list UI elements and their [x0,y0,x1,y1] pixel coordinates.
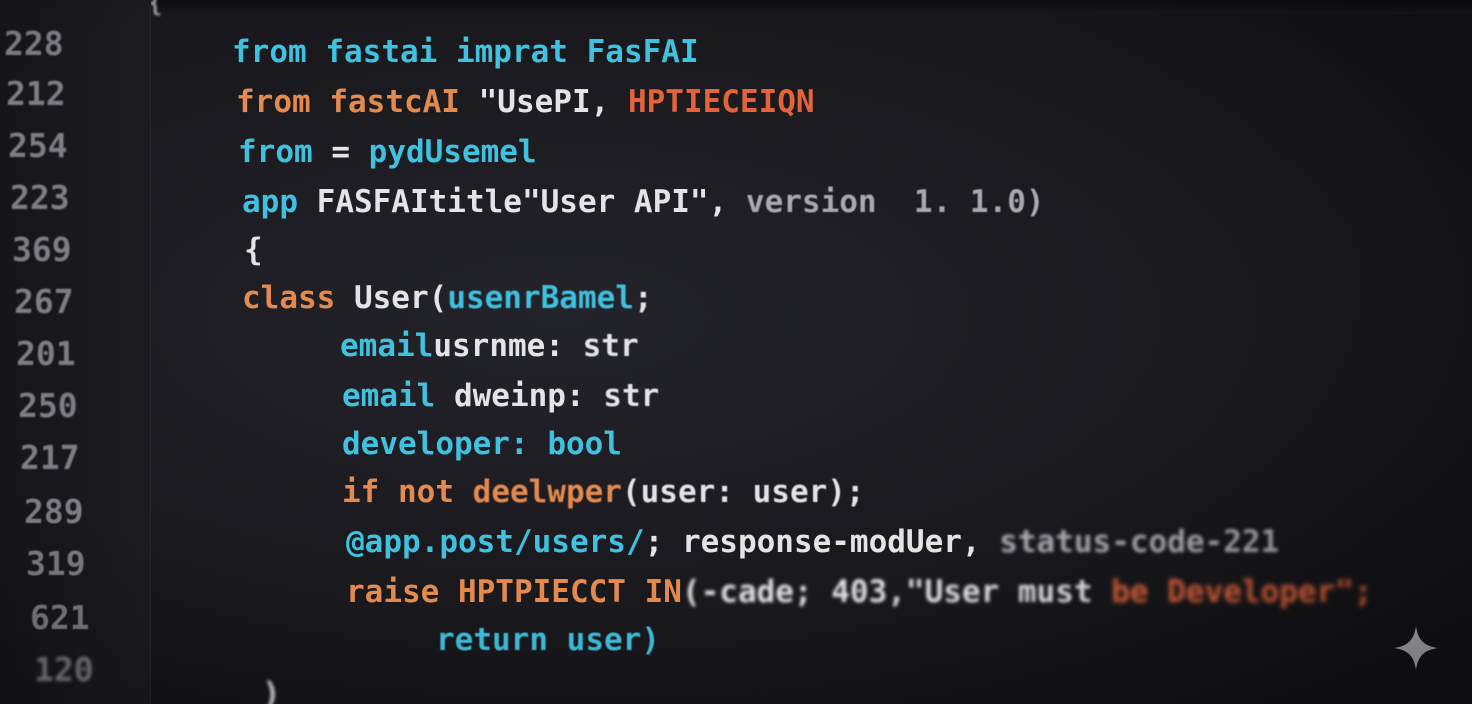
line-number: 250 [18,386,78,425]
code-token: str [582,328,639,364]
line-number: 120 [34,650,94,689]
line-number: 223 [10,178,70,217]
code-token: user) [566,622,660,658]
line-number: 621 [30,598,90,637]
line-number: 267 [14,282,74,321]
editor-top-strip: { { [0,0,1472,18]
code-line[interactable]: return user) [436,622,660,658]
code-line[interactable]: from fastai imprat FasFAI [232,34,699,70]
code-line[interactable]: emailusrnme: str [340,328,639,364]
code-token: from [232,34,326,70]
code-token: email [342,378,454,414]
code-token: FasFAI [586,34,699,70]
code-token: from [238,134,332,170]
bottom-code-fragment: ) [262,676,281,704]
code-token: (-cade; 403,"User must [681,574,1112,610]
code-token: @app.post/users/ [346,524,645,560]
code-token: class [242,280,354,316]
code-editor-screen: { { 228 212 254 223 369 267 201 250 217 … [0,0,1472,704]
code-token: usenrBamel [447,280,634,316]
code-line[interactable]: raise HPTPIECCT IN(-cade; 403,"User must… [346,574,1373,610]
line-number: 201 [16,334,76,373]
code-line[interactable]: developer: bool [342,426,622,462]
code-token: dweinp: [453,378,604,414]
code-token: str [603,378,660,414]
line-number: 228 [4,24,64,63]
line-number: 212 [6,74,66,113]
line-number: 217 [20,438,80,477]
code-token: imprat [455,34,587,70]
code-token: usrnme: [433,328,583,364]
code-token: { [244,232,263,268]
line-number-gutter: 228 212 254 223 369 267 201 250 217 289 … [0,0,150,704]
line-number: 254 [8,126,68,165]
code-token: (user: user); [621,474,865,510]
code-token: FASFAItitle"User API", [316,184,746,220]
code-token: HPTIECEIQN [627,84,815,120]
code-token: fastai [325,34,456,70]
code-token: status-code-221 [999,524,1280,560]
code-token: email [340,328,434,364]
code-line[interactable]: from fastcAI "UsePI, HPTIECEIQN [236,84,815,120]
code-line[interactable]: { [244,232,263,268]
code-token: from [236,84,330,120]
code-line[interactable]: from = pydUsemel [238,134,537,170]
code-token: pydUsemel [368,134,537,170]
code-token: fastcAI [329,84,479,120]
code-token: app [242,184,317,220]
code-token: 1. 1.0) [913,184,1045,220]
code-line[interactable]: email dweinp: str [342,378,659,414]
code-token: not [398,474,473,510]
code-token: return [436,622,567,658]
code-line[interactable]: class User(usenrBamel; [242,280,653,316]
line-number: 319 [26,544,86,583]
code-token: bool [547,426,622,462]
code-line[interactable]: @app.post/users/; response-modUer, statu… [346,524,1279,560]
code-token: = [331,134,369,170]
code-token: raise [346,574,458,610]
sparkle-icon [1394,626,1438,670]
code-line[interactable]: app FASFAItitle"User API", version 1. 1.… [242,184,1045,220]
code-token: User( [353,280,448,316]
code-token: be Developer"; [1111,574,1373,610]
code-token: ; [633,280,653,316]
code-line[interactable]: if not deelwper(user: user); [342,474,865,510]
gutter-divider [150,0,151,704]
code-token: HPTPIECCT IN [457,574,682,610]
line-number: 289 [24,492,84,531]
code-token: if [342,474,398,510]
code-token: developer: [342,426,548,462]
code-token: ; response-modUer, [644,524,1000,560]
code-token: "UsePI, [478,84,628,120]
code-token: version [745,184,914,220]
line-number: 369 [12,230,72,269]
code-token: deelwper [472,474,622,510]
